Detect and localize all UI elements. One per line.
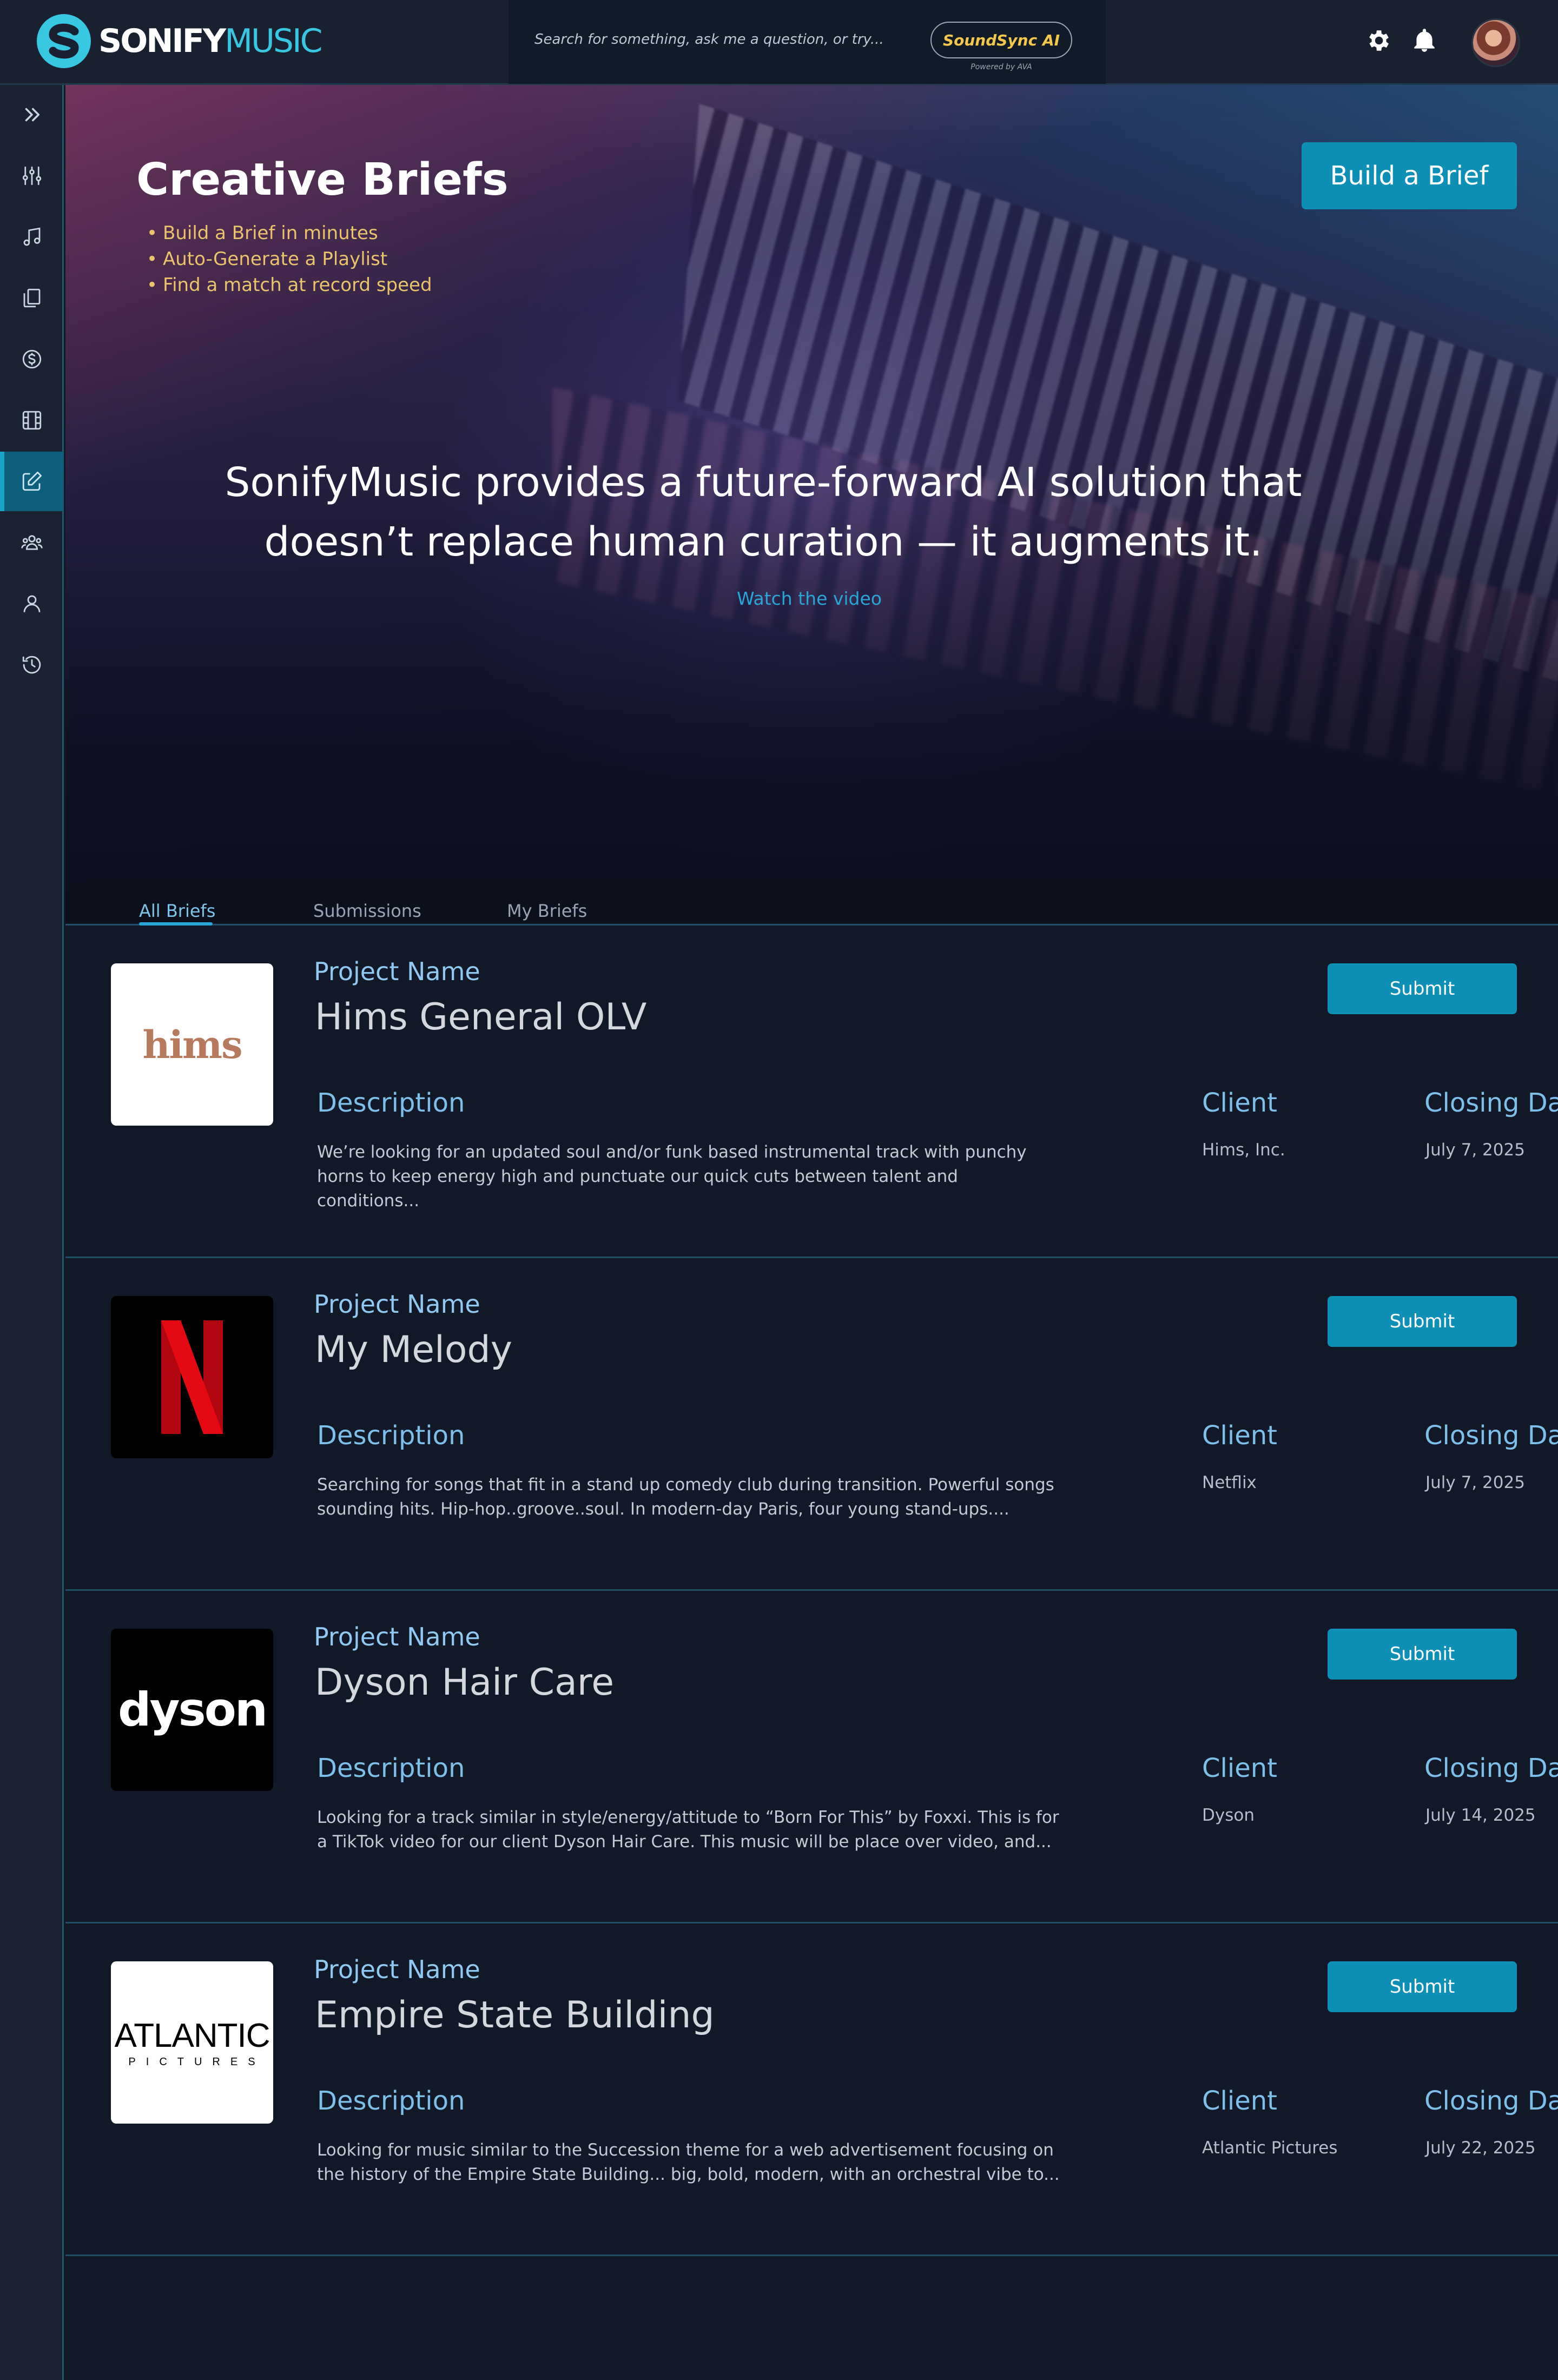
brief-description: Looking for music similar to the Success… (317, 2140, 1060, 2184)
users-icon (21, 535, 43, 550)
search-bar[interactable]: Search for something, ask me a question,… (509, 0, 1106, 84)
logo-text-sonify: SONIFY (98, 22, 226, 60)
hero-feature-item: Build a Brief in minutes (147, 220, 432, 246)
soundsync-ai-button[interactable]: SoundSync AI (930, 22, 1072, 58)
tab-all-briefs[interactable]: All Briefs (139, 901, 215, 921)
client-label: Client (1202, 2086, 1277, 2116)
history-icon (22, 656, 41, 674)
hero-feature-item: Find a match at record speed (147, 272, 432, 298)
hero-tagline: SonifyMusic provides a future-forward AI… (222, 453, 1304, 572)
tab-submissions[interactable]: Submissions (313, 901, 421, 921)
sidebar-item-community[interactable] (0, 513, 64, 572)
gear-icon[interactable] (1364, 27, 1391, 54)
copy-icon (23, 288, 41, 308)
sidebar-item-mixer[interactable] (0, 146, 64, 206)
project-name[interactable]: Dyson Hair Care (315, 1661, 614, 1704)
project-name[interactable]: Empire State Building (315, 1994, 715, 2037)
description-label: Description (317, 1753, 465, 1783)
client-label: Client (1202, 1753, 1277, 1783)
logo-text: SONIFYMUSIC (98, 22, 323, 60)
sidebar-expand[interactable] (0, 85, 64, 144)
client-value: Dyson (1202, 1806, 1255, 1825)
brief-card[interactable]: ATLANTIC PICTURES Project Name Empire St… (65, 1923, 1558, 2256)
client-value: Netflix (1202, 1473, 1257, 1492)
brand-logo-dyson: dyson (111, 1629, 273, 1791)
bell-icon[interactable] (1411, 27, 1438, 54)
netflix-n-logo (161, 1320, 223, 1434)
closing-date-value: July 7, 2025 (1425, 1140, 1525, 1160)
brand-logo-text: ATLANTIC (114, 2017, 270, 2054)
user-avatar[interactable] (1471, 18, 1520, 67)
app-logo[interactable]: SONIFYMUSIC (37, 14, 323, 68)
tab-my-briefs[interactable]: My Briefs (507, 901, 587, 921)
closing-date-label: Closing Date (1424, 1753, 1558, 1783)
project-name-label: Project Name (314, 1955, 480, 1984)
user-icon (23, 595, 41, 612)
watch-video-link[interactable]: Watch the video (701, 588, 917, 609)
sidebar-item-history[interactable] (0, 635, 64, 695)
brief-description: We’re looking for an updated soul and/or… (317, 1142, 1027, 1211)
brand-logo-subtext: PICTURES (128, 2056, 266, 2068)
logo-mark-icon (37, 14, 91, 68)
sidebar (0, 85, 64, 2380)
closing-date-value: July 22, 2025 (1425, 2138, 1536, 2158)
brief-description: Looking for a track similar in style/ene… (317, 1808, 1059, 1852)
sidebar-item-briefs[interactable] (0, 452, 64, 511)
chevrons-right-icon (25, 108, 39, 122)
client-label: Client (1202, 1088, 1277, 1118)
ai-powered-by: Powered by AVA (971, 63, 1032, 71)
closing-date-value: July 7, 2025 (1425, 1473, 1525, 1492)
logo-text-music: MUSIC (225, 22, 322, 60)
brand-logo-netflix (111, 1296, 273, 1458)
hero-feature-item: Auto-Generate a Playlist (147, 246, 432, 272)
hero-feature-list: Build a Brief in minutes Auto-Generate a… (147, 220, 432, 298)
submit-button[interactable]: Submit (1328, 1961, 1517, 2012)
submit-button[interactable]: Submit (1328, 963, 1517, 1014)
edit-icon (22, 471, 42, 491)
project-name-label: Project Name (314, 1290, 480, 1319)
sidebar-item-profile[interactable] (0, 574, 64, 633)
search-input[interactable]: Search for something, ask me a question,… (534, 31, 884, 48)
page-title: Creative Briefs (136, 154, 509, 206)
project-name[interactable]: Hims General OLV (315, 996, 646, 1039)
dollar-icon (22, 349, 42, 369)
closing-date-value: July 14, 2025 (1425, 1806, 1536, 1825)
brief-card[interactable]: hims Project Name Hims General OLV Submi… (65, 925, 1558, 1258)
project-name-label: Project Name (314, 957, 480, 986)
client-value: Hims, Inc. (1202, 1140, 1285, 1160)
brand-logo-hims: hims (111, 963, 273, 1126)
brand-logo-text: dyson (117, 1683, 268, 1737)
atlantic-logo: ATLANTIC PICTURES (114, 2017, 270, 2068)
sidebar-item-earnings[interactable] (0, 329, 64, 389)
sidebar-item-music[interactable] (0, 207, 64, 267)
sliders-icon (22, 166, 42, 186)
brand-logo-text: hims (142, 1022, 243, 1067)
submit-button[interactable]: Submit (1328, 1296, 1517, 1347)
hero-tagline-line-2: doesn’t replace human curation — it augm… (264, 519, 1263, 565)
project-name-label: Project Name (314, 1622, 480, 1651)
brief-card[interactable]: dyson Project Name Dyson Hair Care Submi… (65, 1591, 1558, 1923)
hero-banner: Creative Briefs Build a Brief in minutes… (65, 85, 1558, 923)
description-label: Description (317, 2086, 465, 2116)
film-icon (22, 411, 42, 430)
brief-description: Searching for songs that fit in a stand … (317, 1475, 1054, 1519)
hero-tagline-line-1: SonifyMusic provides a future-forward AI… (225, 459, 1302, 506)
project-name[interactable]: My Melody (315, 1328, 512, 1371)
brief-card[interactable]: Project Name My Melody Submit Descriptio… (65, 1258, 1558, 1591)
closing-date-label: Closing Date (1424, 1420, 1558, 1451)
closing-date-label: Closing Date (1424, 1088, 1558, 1118)
description-label: Description (317, 1088, 465, 1118)
closing-date-label: Closing Date (1424, 2086, 1558, 2116)
build-brief-button[interactable]: Build a Brief (1302, 142, 1517, 209)
sidebar-item-video[interactable] (0, 391, 64, 450)
top-bar: SONIFYMUSIC Search for something, ask me… (0, 0, 1558, 85)
client-label: Client (1202, 1420, 1277, 1451)
description-label: Description (317, 1420, 465, 1451)
sidebar-item-documents[interactable] (0, 268, 64, 328)
submit-button[interactable]: Submit (1328, 1629, 1517, 1680)
client-value: Atlantic Pictures (1202, 2138, 1338, 2158)
music-note-icon (23, 227, 41, 246)
brand-logo-atlantic: ATLANTIC PICTURES (111, 1961, 273, 2124)
